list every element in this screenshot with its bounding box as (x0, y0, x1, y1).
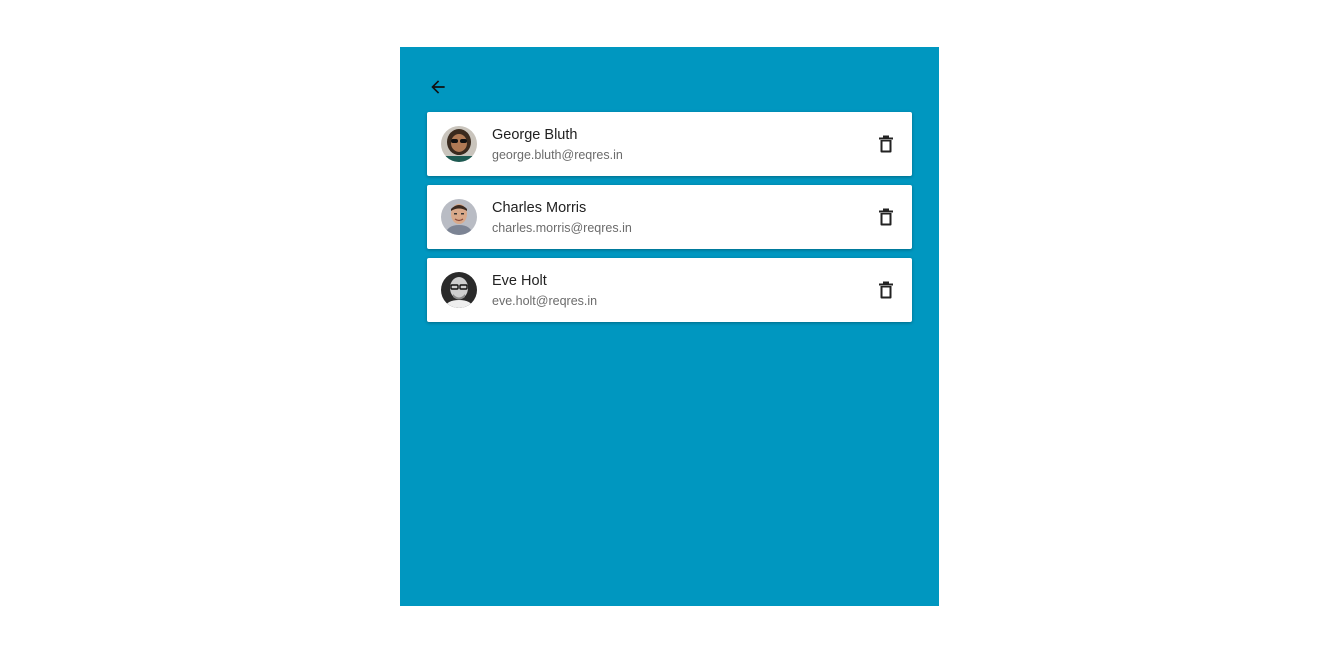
user-email: george.bluth@reqres.in (492, 148, 623, 162)
user-name: Charles Morris (492, 200, 587, 216)
trash-icon (879, 135, 893, 153)
avatar (441, 199, 477, 235)
back-button[interactable] (426, 75, 450, 99)
delete-button[interactable] (874, 278, 898, 302)
list-item: Charles Morris charles.morris@reqres.in (427, 185, 912, 249)
users-panel: George Bluth george.bluth@reqres.in Char… (400, 47, 939, 606)
trash-icon (879, 208, 893, 226)
avatar (441, 272, 477, 308)
delete-button[interactable] (874, 132, 898, 156)
user-email: charles.morris@reqres.in (492, 221, 632, 235)
user-list: George Bluth george.bluth@reqres.in Char… (427, 112, 912, 331)
trash-icon (879, 281, 893, 299)
user-name: Eve Holt (492, 273, 547, 289)
user-email: eve.holt@reqres.in (492, 294, 598, 308)
list-item: George Bluth george.bluth@reqres.in (427, 112, 912, 176)
delete-button[interactable] (874, 205, 898, 229)
avatar (441, 126, 477, 162)
user-name: George Bluth (492, 127, 578, 143)
arrow-left-icon (431, 80, 445, 94)
list-item: Eve Holt eve.holt@reqres.in (427, 258, 912, 322)
